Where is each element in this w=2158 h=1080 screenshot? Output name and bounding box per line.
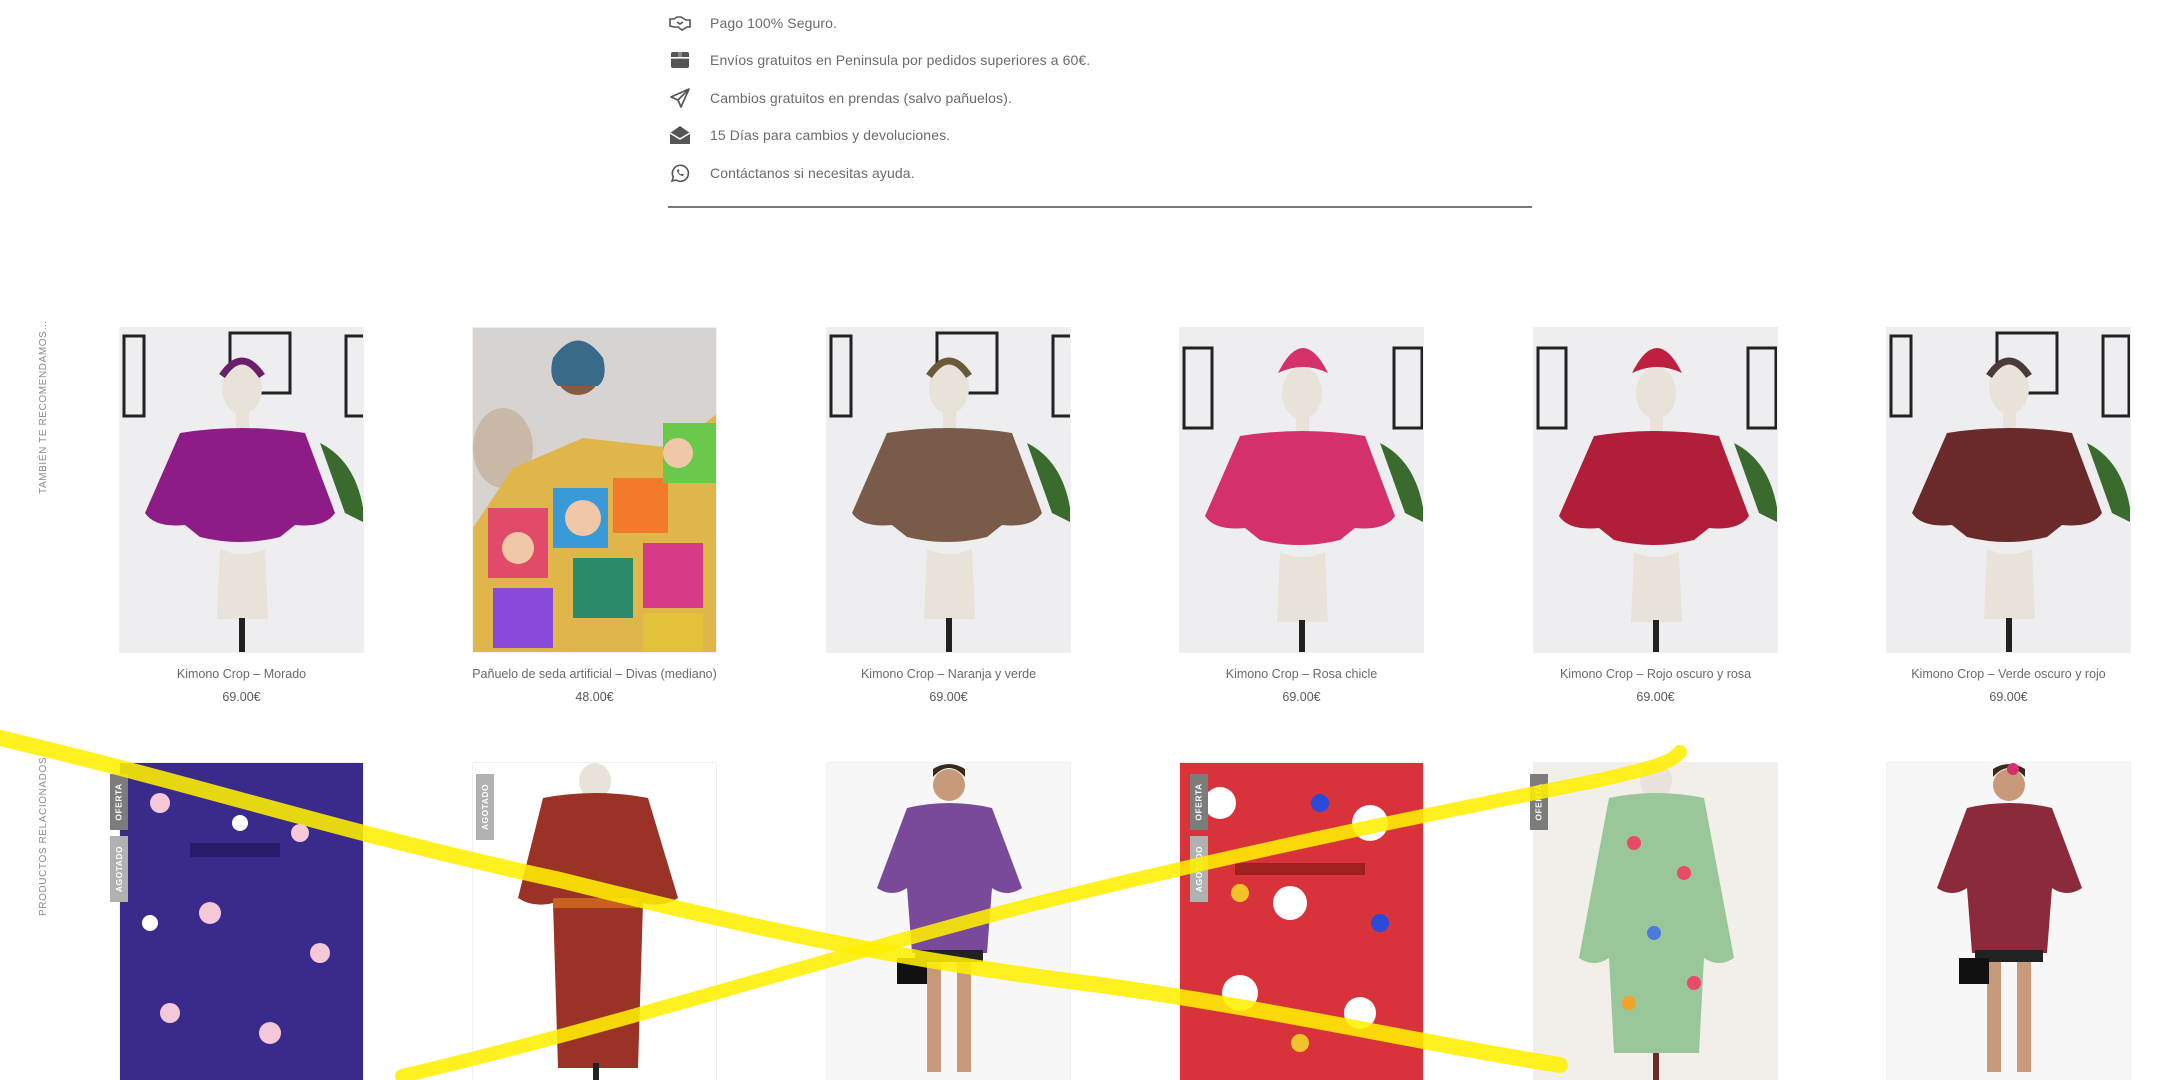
product-image[interactable]: [826, 762, 1071, 1080]
badge-oferta: OFERTA: [110, 774, 128, 830]
product-price: 69.00€: [1989, 690, 2028, 704]
product-price: 69.00€: [929, 690, 968, 704]
product-card[interactable]: [1533, 762, 1778, 1080]
product-price: 48.00€: [575, 690, 614, 704]
product-name[interactable]: Kimono Crop – Naranja y verde: [826, 667, 1071, 681]
product-name[interactable]: Kimono Crop – Rojo oscuro y rosa: [1533, 667, 1778, 681]
product-price: 69.00€: [222, 690, 261, 704]
product-card[interactable]: Kimono Crop – Naranja y verde 69.00€: [826, 327, 1071, 704]
product-card[interactable]: [119, 762, 364, 1080]
product-card[interactable]: Pañuelo de seda artificial – Divas (medi…: [472, 327, 717, 704]
product-image[interactable]: [1533, 327, 1778, 653]
product-grid: Kimono Crop – Morado 69.00€ Pañuelo de s…: [0, 0, 2158, 1080]
product-card[interactable]: [1179, 762, 1424, 1080]
product-name[interactable]: Kimono Crop – Rosa chicle: [1179, 667, 1424, 681]
product-price: 69.00€: [1282, 690, 1321, 704]
badge-oferta: OFERTA: [1530, 774, 1548, 830]
product-image[interactable]: [119, 762, 364, 1080]
badge-agotado: AGOTADO: [1190, 836, 1208, 902]
product-image[interactable]: [1179, 327, 1424, 653]
product-card[interactable]: [826, 762, 1071, 1080]
product-card[interactable]: Kimono Crop – Rosa chicle 69.00€: [1179, 327, 1424, 704]
product-image[interactable]: [1533, 762, 1778, 1080]
product-name[interactable]: Kimono Crop – Verde oscuro y rojo: [1886, 667, 2131, 681]
badge-agotado: AGOTADO: [110, 836, 128, 902]
product-image[interactable]: [472, 327, 717, 653]
product-image[interactable]: [826, 327, 1071, 653]
product-card[interactable]: Kimono Crop – Rojo oscuro y rosa 69.00€: [1533, 327, 1778, 704]
badge-oferta: OFERTA: [1190, 774, 1208, 830]
product-image[interactable]: [1886, 762, 2131, 1080]
product-card[interactable]: Kimono Crop – Morado 69.00€: [119, 327, 364, 704]
product-image[interactable]: [1179, 762, 1424, 1080]
product-image[interactable]: [472, 762, 717, 1080]
product-price: 69.00€: [1636, 690, 1675, 704]
product-image[interactable]: [119, 327, 364, 653]
product-image[interactable]: [1886, 327, 2131, 653]
product-card[interactable]: [1886, 762, 2131, 1080]
product-name[interactable]: Kimono Crop – Morado: [119, 667, 364, 681]
product-card[interactable]: [472, 762, 717, 1080]
product-card[interactable]: Kimono Crop – Verde oscuro y rojo 69.00€: [1886, 327, 2131, 704]
product-name[interactable]: Pañuelo de seda artificial – Divas (medi…: [472, 667, 717, 681]
badge-agotado: AGOTADO: [476, 774, 494, 840]
